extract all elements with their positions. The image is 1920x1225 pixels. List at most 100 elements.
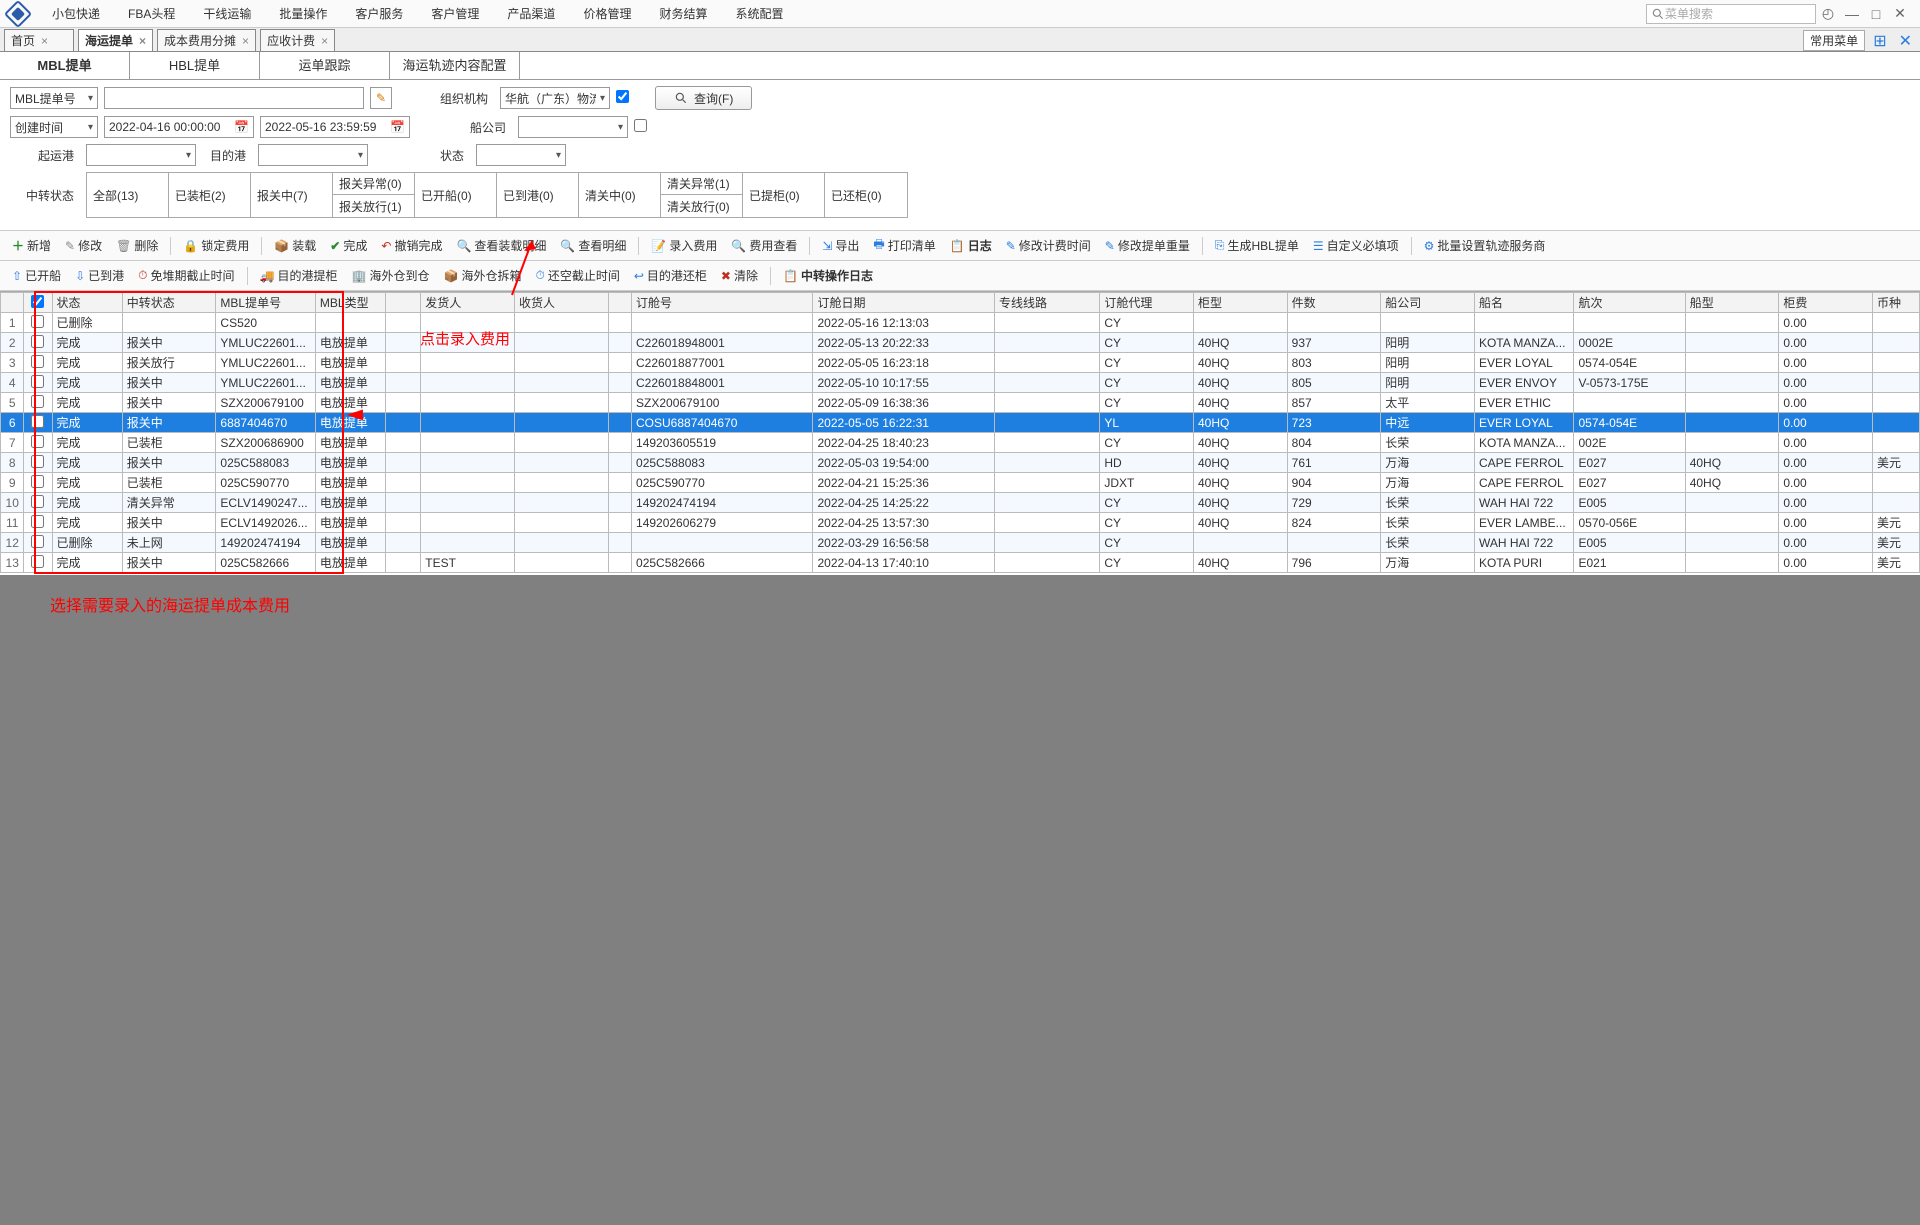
tb-查看明细[interactable]: 🔍查看明细 [554,235,632,256]
col-件数[interactable]: 件数 [1287,293,1381,313]
doctab-close-icon[interactable]: × [242,34,249,48]
row-checkbox[interactable] [31,355,44,368]
table-row[interactable]: 2完成报关中YMLUC22601...电放提单C2260189480012022… [1,333,1920,353]
col-状态[interactable]: 状态 [52,293,122,313]
tb-中转操作日志[interactable]: 📋中转操作日志 [777,265,879,286]
col-订舱代理[interactable]: 订舱代理 [1100,293,1194,313]
col-柜型[interactable]: 柜型 [1193,293,1287,313]
col-9[interactable] [608,293,631,313]
query-button[interactable]: 查询(F) [655,86,752,110]
menu-客户服务[interactable]: 客户服务 [341,0,417,27]
menu-财务结算[interactable]: 财务结算 [645,0,721,27]
create-time-select[interactable]: 创建时间▾ [10,116,98,138]
menu-价格管理[interactable]: 价格管理 [569,0,645,27]
col-船型[interactable]: 船型 [1685,293,1779,313]
mbl-lookup-button[interactable]: ✎ [370,87,392,109]
tb-装载[interactable]: 📦装载 [268,235,322,256]
menu-客户管理[interactable]: 客户管理 [417,0,493,27]
row-checkbox[interactable] [31,535,44,548]
col-船名[interactable]: 船名 [1474,293,1574,313]
transit-loaded[interactable]: 已装柜(2) [169,173,250,217]
status-select[interactable]: ▾ [476,144,566,166]
row-checkbox[interactable] [31,395,44,408]
select-all-checkbox[interactable] [31,295,44,308]
tb-修改[interactable]: ✎修改 [59,235,108,256]
row-checkbox[interactable] [31,415,44,428]
table-row[interactable]: 8完成报关中025C588083电放提单025C5880832022-05-03… [1,453,1920,473]
table-row[interactable]: 1已删除CS5202022-05-16 12:13:03CY0.00 [1,313,1920,333]
close-icon[interactable]: ✕ [1888,5,1912,22]
tb-修改计费时间[interactable]: ✎修改计费时间 [1000,235,1097,256]
tb-查看装载明细[interactable]: 🔍查看装载明细 [450,235,552,256]
col-币种[interactable]: 币种 [1873,293,1920,313]
dest-select[interactable]: ▾ [258,144,368,166]
grid-view-icon[interactable]: ⊞ [1869,31,1890,51]
help-icon[interactable]: ◴ [1816,5,1840,22]
menu-产品渠道[interactable]: 产品渠道 [493,0,569,27]
tb-修改提单重量[interactable]: ✎修改提单重量 [1099,235,1196,256]
col-1[interactable] [24,293,52,313]
transit-customs[interactable]: 报关中(7) [251,173,332,217]
close-all-icon[interactable]: ✕ [1895,31,1916,51]
table-row[interactable]: 4完成报关中YMLUC22601...电放提单C2260188480012022… [1,373,1920,393]
table-row[interactable]: 6完成报关中6887404670电放提单COSU68874046702022-0… [1,413,1920,433]
row-checkbox[interactable] [31,515,44,528]
doctab-成本费用分摊[interactable]: 成本费用分摊× [157,29,256,51]
menu-search-input[interactable]: 菜单搜索 [1646,4,1816,24]
tb-已到港[interactable]: ⇩已到港 [69,265,130,286]
tb-还空截止时间[interactable]: ⏱还空截止时间 [529,265,625,286]
menu-批量操作[interactable]: 批量操作 [265,0,341,27]
tb-免堆期截止时间[interactable]: ⏱免堆期截止时间 [132,265,240,286]
row-checkbox[interactable] [31,335,44,348]
col-专线线路[interactable]: 专线线路 [994,293,1099,313]
tb-生成HBL提单[interactable]: ⎘生成HBL提单 [1209,235,1305,256]
tb-费用查看[interactable]: 🔍费用查看 [725,235,803,256]
depart-select[interactable]: ▾ [86,144,196,166]
menu-FBA头程[interactable]: FBA头程 [114,0,189,27]
table-row[interactable]: 12已删除未上网149202474194电放提单2022-03-29 16:56… [1,533,1920,553]
tb-已开船[interactable]: ⇧已开船 [6,265,67,286]
table-row[interactable]: 3完成报关放行YMLUC22601...电放提单C226018877001202… [1,353,1920,373]
col-订舱日期[interactable]: 订舱日期 [813,293,994,313]
transit-arrived[interactable]: 已到港(0) [497,173,578,217]
org-select[interactable]: 华航（广东）物流科▾ [500,87,610,109]
org-checkbox[interactable] [616,90,629,106]
bigtab-运单跟踪[interactable]: 运单跟踪 [260,52,390,79]
tb-目的港还柜[interactable]: ↩目的港还柜 [628,265,713,286]
tb-删除[interactable]: 🗑删除 [110,235,164,256]
maximize-icon[interactable]: □ [1864,6,1888,22]
ship-checkbox[interactable] [634,119,647,135]
row-checkbox[interactable] [31,435,44,448]
col-6[interactable] [386,293,421,313]
col-0[interactable] [1,293,24,313]
col-MBL类型[interactable]: MBL类型 [315,293,385,313]
transit-clearance[interactable]: 清关中(0) [579,173,660,217]
table-row[interactable]: 5完成报关中SZX200679100电放提单SZX2006791002022-0… [1,393,1920,413]
bigtab-HBL提单[interactable]: HBL提单 [130,52,260,79]
table-row[interactable]: 9完成已装柜025C590770电放提单025C5907702022-04-21… [1,473,1920,493]
doctab-close-icon[interactable]: × [139,34,146,48]
doctab-close-icon[interactable]: × [41,34,48,48]
frequent-menu-button[interactable]: 常用菜单 [1803,30,1865,51]
transit-customs-abnormal[interactable]: 报关异常(0) [333,173,414,195]
tb-批量设置轨迹服务商[interactable]: ⚙批量设置轨迹服务商 [1418,235,1552,256]
tb-打印清单[interactable]: 🖶打印清单 [867,233,941,258]
tb-日志[interactable]: 📋日志 [944,235,998,256]
tb-目的港提柜[interactable]: 🚚目的港提柜 [254,265,344,286]
transit-clearance-release[interactable]: 清关放行(0) [661,195,742,217]
col-柜费[interactable]: 柜费 [1779,293,1873,313]
table-row[interactable]: 13完成报关中025C582666电放提单TEST025C5826662022-… [1,553,1920,573]
doctab-应收计费[interactable]: 应收计费× [260,29,335,51]
transit-departed[interactable]: 已开船(0) [415,173,496,217]
date-to-input[interactable]: 2022-05-16 23:59:59📅 [260,116,410,138]
bigtab-海运轨迹内容配置[interactable]: 海运轨迹内容配置 [390,52,520,79]
tb-完成[interactable]: ✔完成 [324,235,373,256]
tb-导出[interactable]: ⇲导出 [816,235,865,256]
doctab-close-icon[interactable]: × [321,34,328,48]
menu-干线运输[interactable]: 干线运输 [189,0,265,27]
doctab-海运提单[interactable]: 海运提单× [78,29,153,51]
mbl-field-select[interactable]: MBL提单号▾ [10,87,98,109]
menu-小包快递[interactable]: 小包快递 [38,0,114,27]
col-中转状态[interactable]: 中转状态 [122,293,216,313]
menu-系统配置[interactable]: 系统配置 [721,0,797,27]
